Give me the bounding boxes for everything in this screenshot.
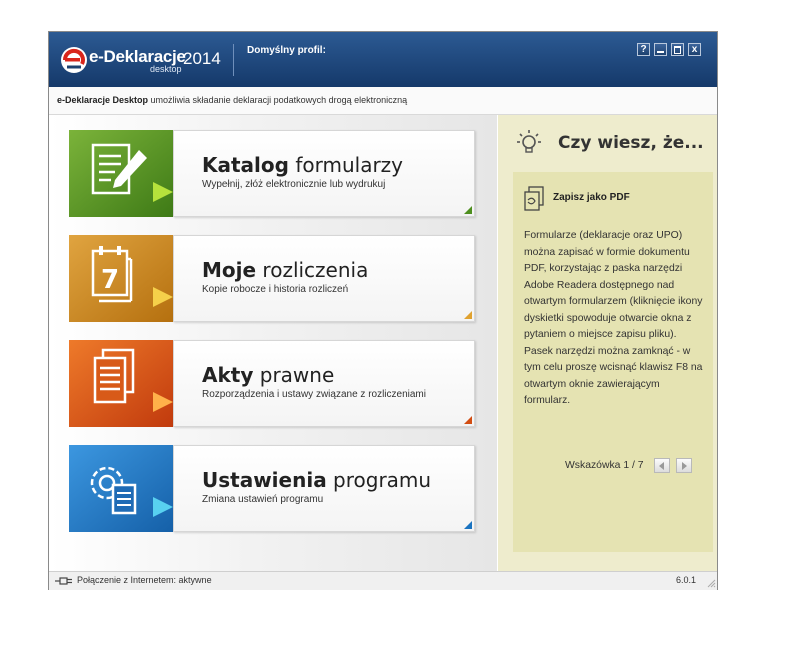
tile-ustawienia-programu[interactable]: Ustawienia programu Zmiana ustawień prog…	[69, 445, 475, 532]
tips-panel: Czy wiesz, że... Zapisz jako PDF Formula…	[498, 115, 717, 571]
profile-label: Domyślny profil:	[247, 45, 326, 56]
tile-title-bold: Katalog	[202, 153, 289, 177]
tile-title: Akty prawne	[202, 363, 334, 387]
chevron-right-icon	[682, 462, 687, 470]
plug-icon	[55, 577, 72, 585]
info-app-name: e-Deklaracje Desktop	[57, 95, 149, 105]
tile-description: Zmiana ustawień programu	[202, 494, 324, 505]
close-button[interactable]: x	[688, 43, 701, 56]
minimize-icon	[657, 51, 664, 53]
chevron-left-icon	[659, 462, 664, 470]
tile-katalog-formularzy[interactable]: Katalog formularzy Wypełnij, złóż elektr…	[69, 130, 475, 217]
resize-grip-icon[interactable]	[706, 578, 716, 588]
next-tip-button[interactable]	[676, 458, 692, 473]
info-text: e-Deklaracje Desktop umożliwia składanie…	[57, 95, 407, 105]
tile-moje-rozliczenia[interactable]: 7 Moje rozliczenia Kopie robocze i histo…	[69, 235, 475, 322]
tile-description: Wypełnij, złóż elektronicznie lub wydruk…	[202, 179, 386, 190]
tile-title: Katalog formularzy	[202, 153, 403, 177]
tile-title-bold: Akty	[202, 363, 254, 387]
tile-title-rest: programu	[326, 468, 432, 492]
tile-body: Akty prawne Rozporządzenia i ustawy zwią…	[173, 340, 475, 427]
title-separator	[233, 44, 234, 76]
tips-header: Czy wiesz, że...	[558, 133, 704, 153]
help-button[interactable]: ?	[637, 43, 650, 56]
brand-subtitle: desktop	[150, 64, 182, 74]
tile-title-rest: rozliczenia	[256, 258, 369, 282]
e-deklaracje-logo-icon	[61, 47, 87, 73]
tile-body: Katalog formularzy Wypełnij, złóż elektr…	[173, 130, 475, 217]
maximize-icon	[674, 46, 681, 54]
tile-corner-marker	[464, 521, 472, 529]
tip-pager: Wskazówka 1 / 7	[565, 460, 644, 471]
lightbulb-icon	[517, 130, 541, 153]
tile-corner-marker	[464, 416, 472, 424]
tip-box: Zapisz jako PDF Formularze (deklaracje o…	[513, 172, 713, 552]
tile-title: Moje rozliczenia	[202, 258, 368, 282]
previous-tip-button[interactable]	[654, 458, 670, 473]
calendar-day: 7	[101, 265, 119, 295]
info-description: umożliwia składanie deklaracji podatkowy…	[148, 95, 408, 105]
connection-status: Połączenie z Internetem: aktywne	[77, 575, 212, 585]
info-bar: e-Deklaracje Desktop umożliwia składanie…	[49, 87, 717, 115]
tile-akty-prawne[interactable]: Akty prawne Rozporządzenia i ustawy zwią…	[69, 340, 475, 427]
status-bar: Połączenie z Internetem: aktywne 6.0.1	[49, 571, 717, 590]
tip-body: Formularze (deklaracje oraz UPO) można z…	[524, 230, 703, 406]
main-menu-area: Katalog formularzy Wypełnij, złóż elektr…	[49, 115, 497, 571]
tile-title-bold: Moje	[202, 258, 257, 282]
tile-title-rest: formularzy	[288, 153, 404, 177]
tile-description: Rozporządzenia i ustawy związane z rozli…	[202, 389, 426, 400]
form-pencil-icon	[69, 130, 173, 217]
version-label: 6.0.1	[676, 575, 697, 585]
tile-title: Ustawienia programu	[202, 468, 431, 492]
tile-corner-marker	[464, 206, 472, 214]
maximize-button[interactable]	[671, 43, 684, 56]
tile-corner-marker	[464, 311, 472, 319]
app-window: e-Deklaracje desktop 2014 Domyślny profi…	[48, 31, 718, 590]
tile-title-rest: prawne	[253, 363, 335, 387]
brand-year: 2014	[183, 49, 221, 68]
minimize-button[interactable]	[654, 43, 667, 56]
tile-title-bold: Ustawienia	[202, 468, 327, 492]
documents-icon	[69, 340, 173, 427]
tile-body: Ustawienia programu Zmiana ustawień prog…	[173, 445, 475, 532]
tile-body: Moje rozliczenia Kopie robocze i histori…	[173, 235, 475, 322]
tip-title: Zapisz jako PDF	[553, 192, 630, 203]
gear-document-icon	[69, 445, 173, 532]
calendar-7-icon: 7	[69, 235, 173, 322]
pdf-document-icon	[524, 186, 544, 211]
tile-description: Kopie robocze i historia rozliczeń	[202, 284, 349, 295]
title-bar: e-Deklaracje desktop 2014 Domyślny profi…	[49, 32, 717, 87]
